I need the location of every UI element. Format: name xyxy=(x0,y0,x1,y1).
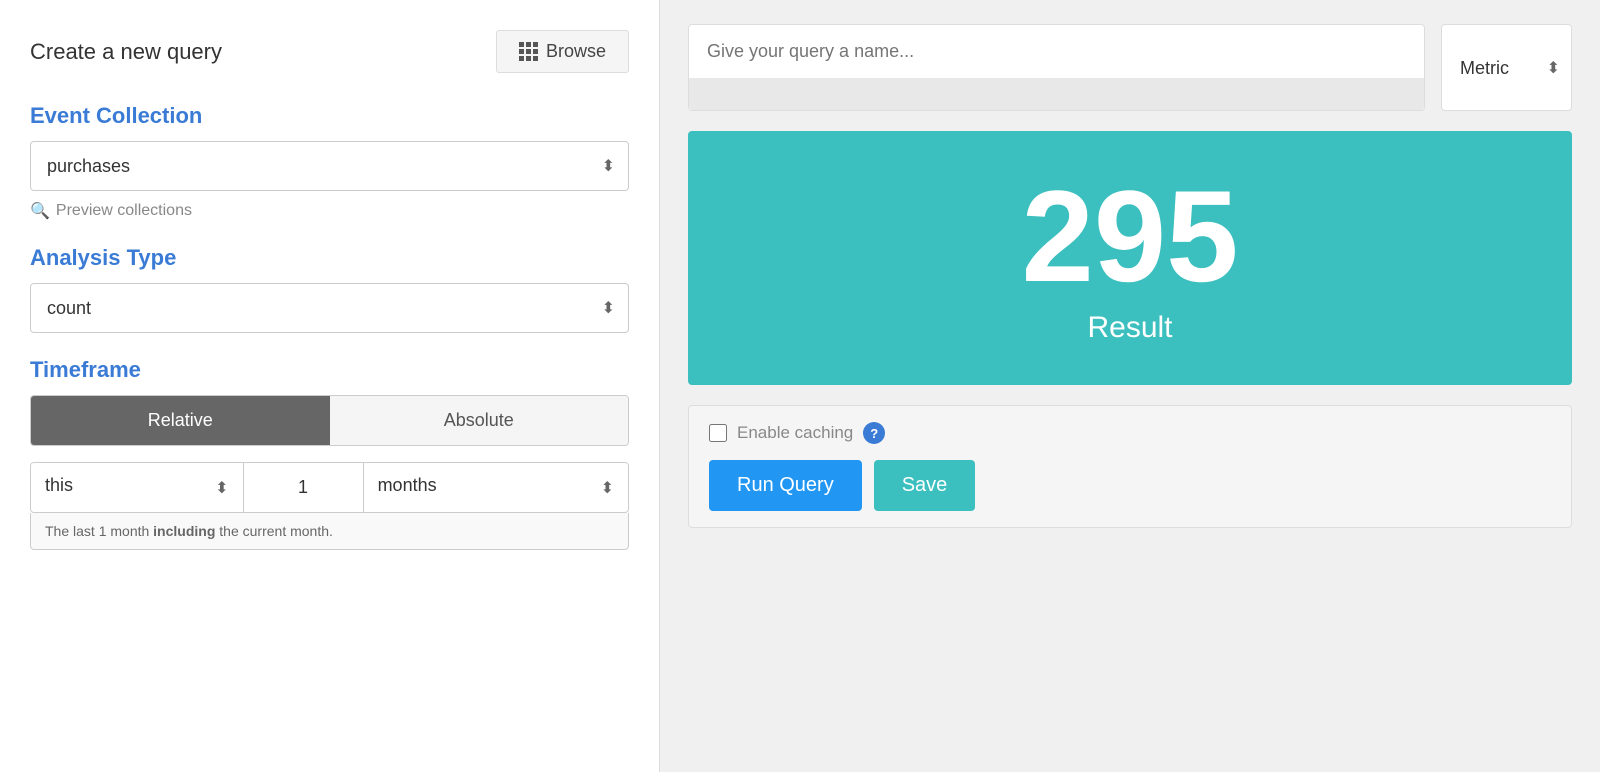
metric-select-wrapper: Metric Count Sum Average ⬍ xyxy=(1441,24,1572,111)
this-wrapper: this previous ⬍ xyxy=(31,463,244,512)
help-icon[interactable]: ? xyxy=(863,422,885,444)
this-select[interactable]: this previous xyxy=(31,463,243,507)
timeframe-label: Timeframe xyxy=(30,357,629,383)
left-header: Create a new query Browse xyxy=(30,30,629,73)
caching-checkbox[interactable] xyxy=(709,424,727,442)
event-collection-wrapper: purchases clicks pageviews signups ⬍ xyxy=(30,141,629,191)
preview-collections-link[interactable]: 🔍 Preview collections xyxy=(30,201,629,221)
run-query-button[interactable]: Run Query xyxy=(709,460,862,511)
left-panel: Create a new query Browse Event Collecti… xyxy=(0,0,660,772)
event-collection-select[interactable]: purchases clicks pageviews signups xyxy=(30,141,629,191)
query-header: Metric Count Sum Average ⬍ xyxy=(688,24,1572,111)
timeframe-hint: The last 1 month including the current m… xyxy=(30,513,629,550)
months-select[interactable]: minutes hours days weeks months years xyxy=(364,463,628,507)
relative-button[interactable]: Relative xyxy=(31,396,330,445)
query-name-input[interactable] xyxy=(689,25,1424,78)
timeframe-row: this previous ⬍ minutes hours days weeks… xyxy=(30,462,629,513)
grid-icon xyxy=(519,42,538,61)
result-label: Result xyxy=(1087,311,1172,345)
query-name-wrapper xyxy=(688,24,1425,111)
number-wrapper xyxy=(244,463,364,512)
event-collection-section: Event Collection purchases clicks pagevi… xyxy=(30,103,629,221)
metric-select[interactable]: Metric Count Sum Average xyxy=(1441,24,1572,111)
analysis-type-section: Analysis Type count sum average max min … xyxy=(30,245,629,333)
event-collection-label: Event Collection xyxy=(30,103,629,129)
hint-bold: including xyxy=(153,523,215,539)
caching-label: Enable caching xyxy=(737,423,853,443)
search-icon: 🔍 xyxy=(30,201,50,221)
preview-label: Preview collections xyxy=(56,202,192,220)
timeframe-toggle: Relative Absolute xyxy=(30,395,629,446)
caching-row: Enable caching ? xyxy=(709,422,1551,444)
analysis-type-wrapper: count sum average max min count_unique s… xyxy=(30,283,629,333)
hint-text: The last 1 month including the current m… xyxy=(45,523,333,539)
buttons-row: Run Query Save xyxy=(709,460,1551,511)
timeframe-section: Timeframe Relative Absolute this previou… xyxy=(30,357,629,550)
number-input[interactable] xyxy=(244,463,363,512)
browse-button[interactable]: Browse xyxy=(496,30,629,73)
save-button[interactable]: Save xyxy=(874,460,976,511)
right-panel: Metric Count Sum Average ⬍ 295 Result En… xyxy=(660,0,1600,772)
result-display: 295 Result xyxy=(688,131,1572,385)
months-wrapper: minutes hours days weeks months years ⬍ xyxy=(364,463,628,512)
absolute-button[interactable]: Absolute xyxy=(330,396,629,445)
analysis-type-label: Analysis Type xyxy=(30,245,629,271)
page-title: Create a new query xyxy=(30,39,222,65)
result-number: 295 xyxy=(1022,171,1239,301)
actions-bar: Enable caching ? Run Query Save xyxy=(688,405,1572,528)
browse-label: Browse xyxy=(546,41,606,62)
analysis-type-select[interactable]: count sum average max min count_unique s… xyxy=(30,283,629,333)
query-name-bottom-bar xyxy=(689,78,1424,110)
